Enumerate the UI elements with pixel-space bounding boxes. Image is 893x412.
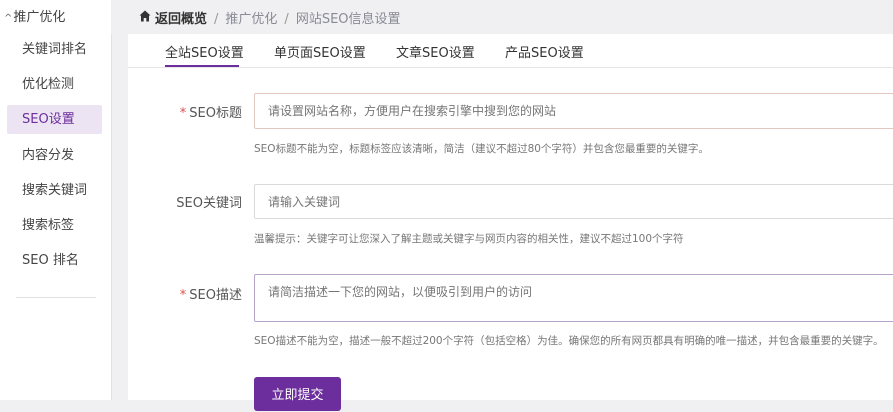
- seo-keywords-label: SEO关键词: [132, 192, 242, 211]
- home-icon[interactable]: [139, 10, 151, 22]
- sidebar-item-label: SEO 排名: [22, 253, 79, 268]
- sidebar-item-search-keywords[interactable]: 搜索关键词: [7, 176, 102, 205]
- seo-title-input[interactable]: [254, 93, 893, 129]
- sidebar-group-header[interactable]: ^推广优化: [4, 6, 65, 25]
- seo-description-label: * SEO描述: [132, 284, 242, 303]
- sidebar-item-label: 优化检测: [22, 77, 75, 92]
- sidebar-group-title: 推广优化: [13, 10, 66, 25]
- sidebar-item-content-distribution[interactable]: 内容分发: [7, 141, 102, 170]
- sidebar-item-search-tags[interactable]: 搜索标签: [7, 211, 102, 240]
- main-panel: 全站SEO设置 单页面SEO设置 文章SEO设置 产品SEO设置 * SEO标题 …: [128, 34, 893, 411]
- tab-bar: 全站SEO设置 单页面SEO设置 文章SEO设置 产品SEO设置: [128, 34, 893, 68]
- sidebar-item-label: 内容分发: [22, 148, 75, 163]
- sidebar: ^推广优化 关键词排名 优化检测 SEO设置 内容分发 搜索关键词 搜索标签 S…: [0, 0, 112, 400]
- seo-keywords-input[interactable]: [254, 184, 893, 219]
- seo-keywords-label-text: SEO关键词: [176, 196, 242, 211]
- sidebar-item-label: 关键词排名: [22, 42, 88, 57]
- seo-title-label: * SEO标题: [132, 102, 242, 121]
- topbar: 返回概览 / 推广优化 / 网站SEO信息设置: [111, 0, 893, 34]
- submit-button[interactable]: 立即提交: [254, 377, 341, 411]
- required-mark: *: [179, 288, 187, 303]
- sidebar-divider: [16, 297, 96, 298]
- active-tab-indicator: [165, 65, 239, 67]
- breadcrumb: 返回概览 / 推广优化 / 网站SEO信息设置: [155, 8, 401, 27]
- breadcrumb-separator: /: [214, 12, 219, 27]
- chevron-up-icon: ^: [4, 13, 13, 24]
- sidebar-item-label: SEO设置: [22, 112, 75, 127]
- seo-title-label-text: SEO标题: [189, 106, 242, 121]
- sidebar-item-optimization-check[interactable]: 优化检测: [7, 70, 102, 99]
- seo-description-textarea[interactable]: [254, 274, 893, 322]
- seo-keywords-hint: 温馨提示：关键字可让您深入了解主题或关键字与网页内容的相关性，建议不超过100个…: [254, 233, 684, 245]
- seo-description-label-text: SEO描述: [189, 288, 242, 303]
- breadcrumb-separator: /: [284, 12, 289, 27]
- breadcrumb-promotion[interactable]: 推广优化: [225, 12, 277, 27]
- seo-title-hint: SEO标题不能为空，标题标签应该清晰，简洁（建议不超过80个字符）并包含您最重要…: [254, 143, 709, 155]
- tab-product-seo[interactable]: 产品SEO设置: [505, 42, 584, 61]
- breadcrumb-back-link[interactable]: 返回概览: [155, 12, 207, 27]
- sidebar-item-label: 搜索关键词: [22, 183, 88, 198]
- required-mark: *: [179, 106, 187, 121]
- tab-article-seo[interactable]: 文章SEO设置: [396, 42, 475, 61]
- seo-description-hint: SEO描述不能为空，描述一般不超过200个字符（包括空格）为佳。确保您的所有网页…: [254, 335, 884, 347]
- sidebar-item-label: 搜索标签: [22, 218, 75, 233]
- tab-single-page-seo[interactable]: 单页面SEO设置: [274, 42, 366, 61]
- breadcrumb-current: 网站SEO信息设置: [295, 12, 401, 27]
- sidebar-item-seo-ranking[interactable]: SEO 排名: [7, 246, 102, 275]
- sidebar-item-keyword-ranking[interactable]: 关键词排名: [7, 35, 102, 64]
- sidebar-item-seo-settings[interactable]: SEO设置: [7, 105, 102, 134]
- tab-site-seo[interactable]: 全站SEO设置: [165, 42, 244, 61]
